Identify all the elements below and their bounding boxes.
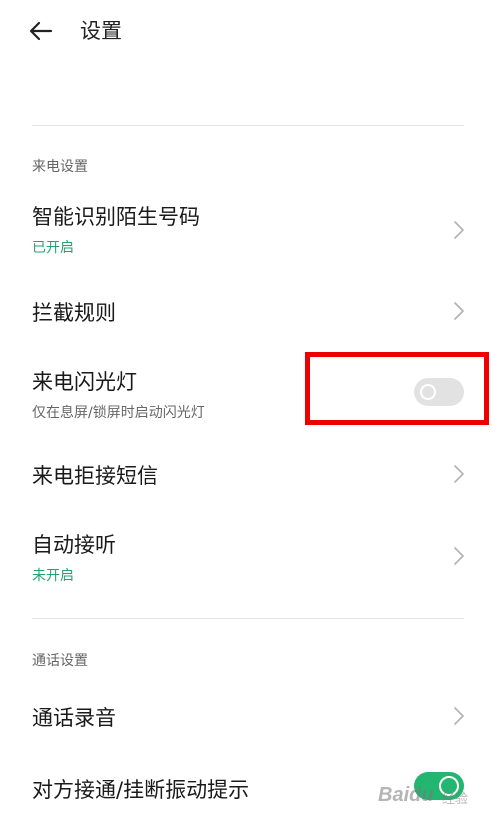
- watermark-text: Baidu: [378, 784, 434, 806]
- row-call-recording[interactable]: 通话录音: [0, 690, 492, 742]
- row-title: 智能识别陌生号码: [32, 205, 200, 229]
- divider: [32, 618, 464, 619]
- row-title: 通话录音: [32, 706, 116, 730]
- watermark-sub: 经验: [442, 792, 469, 807]
- chevron-right-icon: [454, 465, 464, 483]
- row-title: 拦截规则: [32, 301, 116, 325]
- row-description: 仅在息屏/锁屏时启动闪光灯: [32, 405, 205, 421]
- chevron-right-icon: [454, 221, 464, 239]
- divider: [32, 125, 464, 126]
- chevron-right-icon: [454, 707, 464, 725]
- section-label-call-settings: 通话设置: [32, 653, 88, 669]
- section-label-incoming-call: 来电设置: [32, 159, 88, 175]
- row-status: 已开启: [32, 240, 74, 256]
- highlight-box: [305, 352, 489, 425]
- page-title: 设置: [80, 19, 122, 43]
- arrow-left-icon[interactable]: [26, 16, 56, 46]
- row-title: 对方接通/挂断振动提示: [32, 778, 250, 802]
- row-smart-identify[interactable]: 智能识别陌生号码 已开启: [0, 195, 492, 267]
- chevron-right-icon: [454, 302, 464, 320]
- row-title: 自动接听: [32, 533, 116, 557]
- baidu-watermark: Baidu 经验: [372, 780, 484, 816]
- row-title: 来电闪光灯: [32, 370, 137, 394]
- app-header: 设置: [0, 0, 492, 64]
- row-block-rules[interactable]: 拦截规则: [0, 285, 492, 337]
- row-status: 未开启: [32, 568, 74, 584]
- chevron-right-icon: [454, 547, 464, 565]
- row-auto-answer[interactable]: 自动接听 未开启: [0, 523, 492, 595]
- row-title: 来电拒接短信: [32, 464, 158, 488]
- row-reject-sms[interactable]: 来电拒接短信: [0, 448, 492, 500]
